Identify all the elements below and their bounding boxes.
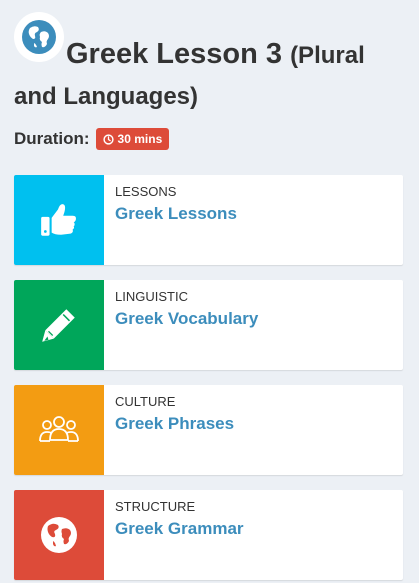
card-greek-vocabulary[interactable]: LINGUISTIC Greek Vocabulary	[14, 280, 403, 370]
card-title-link[interactable]: Greek Lessons	[115, 204, 237, 224]
duration-row: Duration: 30 mins	[14, 128, 170, 150]
card-title-link[interactable]: Greek Phrases	[115, 414, 234, 434]
globe-icon	[41, 517, 77, 553]
duration-label: Duration:	[14, 129, 90, 148]
card-icon-box	[14, 175, 104, 265]
title-main-text: Greek Lesson 3	[66, 38, 282, 70]
card-icon-box	[14, 385, 104, 475]
card-title-link[interactable]: Greek Grammar	[115, 519, 244, 539]
title-subtitle-part2: and Languages)	[14, 83, 199, 110]
card-greek-phrases[interactable]: CULTURE Greek Phrases	[14, 385, 403, 475]
card-category: STRUCTURE	[115, 499, 196, 514]
duration-value: 30 mins	[117, 132, 163, 146]
page-title: Greek Lesson 3 (Plural	[66, 38, 365, 71]
card-icon-box	[14, 490, 104, 580]
card-greek-grammar[interactable]: STRUCTURE Greek Grammar	[14, 490, 403, 580]
pencil-icon	[42, 309, 75, 342]
globe-icon	[22, 20, 56, 54]
globe-logo	[14, 12, 64, 62]
card-title-link[interactable]: Greek Vocabulary	[115, 309, 258, 329]
card-category: CULTURE	[115, 394, 176, 409]
card-category: LESSONS	[115, 184, 177, 199]
title-subtitle-part1: (Plural	[290, 42, 365, 69]
card-icon-box	[14, 280, 104, 370]
clock-icon	[102, 133, 114, 145]
duration-badge: 30 mins	[95, 128, 170, 150]
card-category: LINGUISTIC	[115, 289, 188, 304]
people-icon	[39, 416, 79, 442]
thumbs-up-icon	[41, 204, 77, 236]
card-greek-lessons[interactable]: LESSONS Greek Lessons	[14, 175, 403, 265]
